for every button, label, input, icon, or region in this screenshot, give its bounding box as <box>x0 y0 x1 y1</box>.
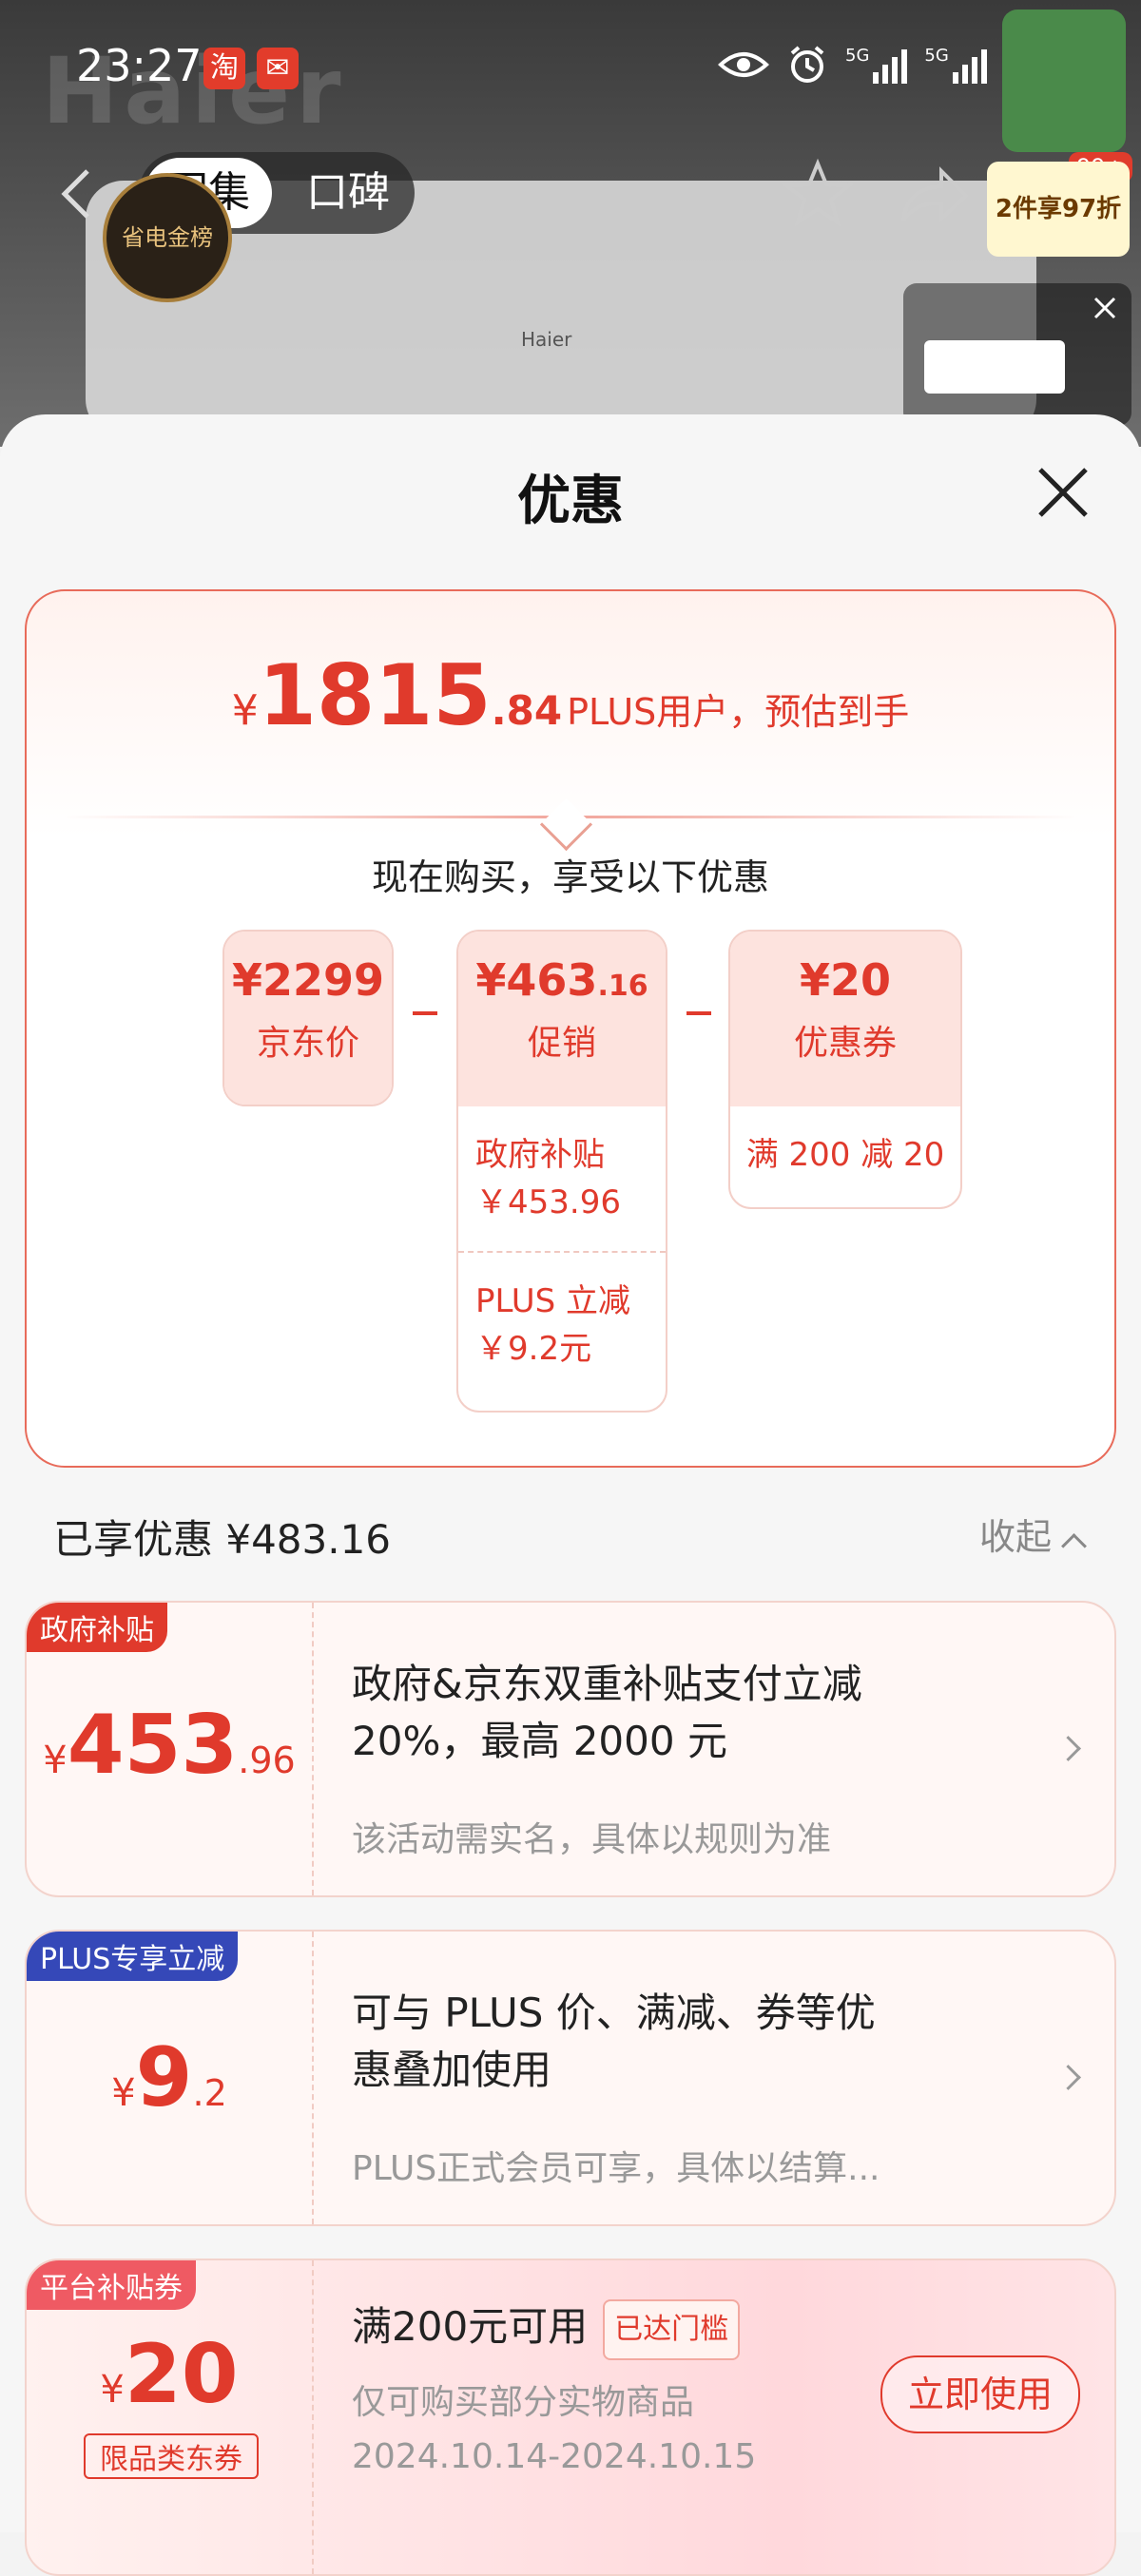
jd-price-box: ¥2299 京东价 <box>222 930 394 1106</box>
promo-label: 促销 <box>527 1024 596 1063</box>
saved-total: 已享优惠 ¥483.16 <box>53 1516 392 1563</box>
minus-sign <box>687 1011 711 1015</box>
card-validity: 2024.10.14-2024.10.15 <box>352 2437 757 2476</box>
estimated-price: ¥1815.84 PLUS用户，预估到手 <box>27 646 1114 744</box>
back-icon[interactable] <box>57 165 95 222</box>
minus-sign <box>413 1011 437 1015</box>
card-note: PLUS正式会员可享，具体以结算... <box>352 2149 880 2188</box>
chevron-right-icon <box>1055 2065 1081 2090</box>
platform-coupon-card[interactable]: 平台补贴券 ¥20 限品类东券 满200元可用 已达门槛 仅可购买部分实物商品 2… <box>25 2259 1116 2576</box>
eye-icon <box>718 52 769 77</box>
promo-amount: ¥463 <box>475 954 598 1006</box>
summary-subtitle: 现在购买，享受以下优惠 <box>371 856 769 898</box>
share-icon[interactable] <box>896 160 972 232</box>
promo-item-title: 政府补贴 <box>475 1136 605 1174</box>
promo-discount-label: 2件享97折 <box>987 162 1130 257</box>
video-thumbnail <box>924 340 1065 394</box>
coupon-item: 满 200 减 20 <box>745 1136 945 1174</box>
promo-amount-decimal: .16 <box>597 970 648 1003</box>
coupon-amount: ¥20 <box>799 954 892 1006</box>
taobao-notification-icon: 淘 <box>203 48 245 89</box>
favorite-star-icon[interactable] <box>780 156 856 232</box>
card-description: 满200元可用 已达门槛 <box>352 2298 741 2360</box>
energy-saving-badge: 省电金榜 <box>103 173 232 302</box>
card-value: ¥9.2 <box>111 2030 227 2125</box>
use-now-button[interactable]: 立即使用 <box>880 2355 1080 2433</box>
jd-price-label: 京东价 <box>256 1024 359 1063</box>
promo-item-value: ￥9.2元 <box>475 1330 592 1368</box>
coupon-label: 优惠券 <box>793 1024 897 1063</box>
card-divider <box>312 1603 314 1895</box>
card-divider <box>312 1932 314 2224</box>
tab-reviews[interactable]: 口碑 <box>291 158 405 228</box>
card-value: ¥20 <box>100 2327 239 2422</box>
price-integer: 1815 <box>258 646 492 744</box>
collapse-toggle[interactable]: 收起 <box>979 1508 1087 1560</box>
alarm-icon <box>790 46 824 83</box>
promo-item-subsidy: 政府补贴 ￥453.96 <box>458 1106 666 1251</box>
card-note: 该活动需实名，具体以规则为准 <box>352 1820 832 1859</box>
promotion-box: ¥463.16 促销 政府补贴 ￥453.96 PLUS 立减 ￥9.2元 <box>456 930 667 1413</box>
status-bar: 23:27 淘 ✉ 5G 5G 46 <box>0 0 1141 133</box>
discount-sheet: 优惠 ¥1815.84 PLUS用户，预估到手 现在购买，享受以下优惠 ¥229… <box>0 414 1141 2576</box>
price-label: PLUS用户，预估到手 <box>567 691 910 733</box>
floating-video-window[interactable] <box>903 283 1131 426</box>
promo-item-plus: PLUS 立减 ￥9.2元 <box>458 1251 666 1397</box>
coupon-type-label: 限品类东券 <box>84 2433 259 2479</box>
promo-image <box>1002 10 1126 152</box>
price-decimal: .84 <box>491 687 563 734</box>
card-description: 可与 PLUS 价、满减、券等优 惠叠加使用 <box>352 1990 876 2093</box>
price-symbol: ¥ <box>231 686 259 735</box>
side-promo-banner[interactable]: 99+ 2件享97折 <box>987 10 1132 257</box>
promo-item-value: ￥453.96 <box>475 1183 621 1221</box>
card-description: 政府&京东双重补贴支付立减 20%，最高 2000 元 <box>352 1661 862 1764</box>
close-icon[interactable] <box>1035 464 1092 521</box>
divider-notch <box>539 798 593 852</box>
collapse-label: 收起 <box>979 1516 1053 1558</box>
threshold-badge: 已达门槛 <box>603 2298 741 2360</box>
card-divider <box>312 2260 314 2574</box>
chevron-right-icon <box>1055 1736 1081 1761</box>
message-notification-icon: ✉ <box>257 48 299 89</box>
promo-item-title: PLUS 立减 <box>475 1282 631 1320</box>
card-value: ¥453.96 <box>43 1698 296 1793</box>
plus-discount-card[interactable]: PLUS专享立减 ¥9.2 可与 PLUS 价、满减、券等优 惠叠加使用 PLUS… <box>25 1930 1116 2226</box>
card-tag: 平台补贴券 <box>27 2260 196 2310</box>
product-brand-label: Haier <box>521 328 572 351</box>
status-time: 23:27 <box>76 40 203 91</box>
signal-icon-2: 5G <box>924 46 987 84</box>
price-summary-card: ¥1815.84 PLUS用户，预估到手 现在购买，享受以下优惠 ¥2299 京… <box>25 589 1116 1468</box>
jd-price-amount: ¥2299 <box>231 954 385 1006</box>
sheet-title: 优惠 <box>517 471 624 532</box>
close-video-icon[interactable] <box>1086 289 1124 327</box>
coupon-box: ¥20 优惠券 满 200 减 20 <box>728 930 962 1209</box>
card-tag: PLUS专享立减 <box>27 1932 239 1981</box>
card-tag: 政府补贴 <box>27 1603 167 1652</box>
subsidy-card[interactable]: 政府补贴 ¥453.96 政府&京东双重补贴支付立减 20%，最高 2000 元 … <box>25 1601 1116 1897</box>
signal-icon: 5G <box>845 46 908 84</box>
chevron-up-icon <box>1061 1533 1087 1559</box>
card-note: 仅可购买部分实物商品 <box>352 2383 695 2422</box>
